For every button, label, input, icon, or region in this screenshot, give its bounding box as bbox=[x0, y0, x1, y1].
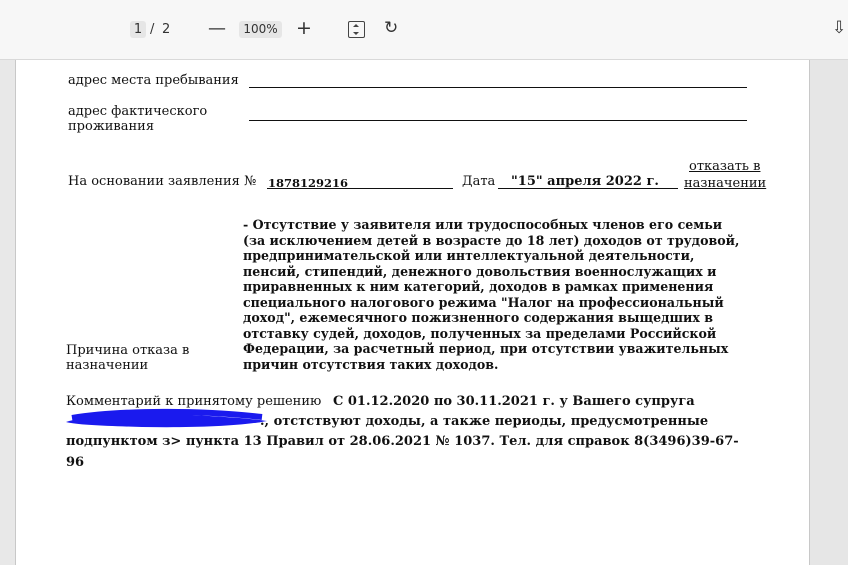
rotate-icon[interactable]: ↻ bbox=[384, 17, 398, 39]
comment-line-3: подпунктом з> пункта 13 Правил от 28.06.… bbox=[66, 434, 739, 449]
current-page-input[interactable]: 1 bbox=[130, 21, 146, 38]
zoom-in-button[interactable]: + bbox=[295, 17, 313, 39]
application-number-line bbox=[267, 188, 453, 189]
total-pages: 2 bbox=[162, 22, 171, 37]
viewer-background bbox=[809, 60, 848, 565]
decision-text-2: назначении bbox=[684, 176, 767, 191]
refusal-label-2: назначении bbox=[66, 358, 149, 373]
date-label: Дата bbox=[462, 174, 496, 189]
redaction-scribble bbox=[66, 408, 267, 428]
download-icon[interactable]: ⇩ bbox=[832, 17, 846, 39]
comment-line-4: 96 bbox=[66, 455, 85, 470]
refusal-reason-text: - Отсутствие у заявителя или трудоспособ… bbox=[243, 217, 740, 372]
refusal-label-1: Причина отказа в bbox=[66, 343, 190, 358]
actual-address-label-1: адрес фактического bbox=[68, 104, 208, 119]
page-separator: / bbox=[150, 22, 155, 37]
comment-line-2: ., отстствуют доходы, а также периоды, п… bbox=[260, 414, 709, 429]
basis-label: На основании заявления № bbox=[68, 174, 257, 189]
decision-text-1: отказать в bbox=[689, 159, 761, 174]
pdf-toolbar: 1 / 2 — 100% + ↻ ⇩ bbox=[0, 0, 848, 60]
comment-line-1: С 01.12.2020 по 30.11.2021 г. у Вашего с… bbox=[333, 394, 695, 409]
stay-address-label: адрес места пребывания bbox=[68, 73, 239, 88]
fit-page-icon[interactable] bbox=[348, 21, 365, 38]
stay-address-line bbox=[249, 87, 747, 88]
date-line bbox=[498, 188, 678, 189]
actual-address-line bbox=[249, 120, 747, 121]
actual-address-label-2: проживания bbox=[68, 119, 155, 134]
zoom-level-input[interactable]: 100% bbox=[239, 21, 282, 38]
zoom-out-button[interactable]: — bbox=[208, 18, 226, 40]
